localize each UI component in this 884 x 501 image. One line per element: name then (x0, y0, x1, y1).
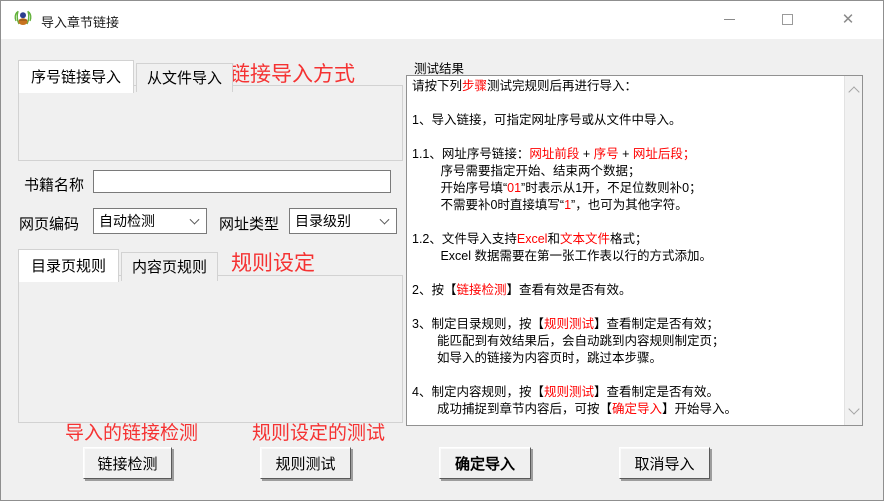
test-result-box: 请按下列步骤测试完规则后再进行导入： 1、导入链接，可指定网址序号或从文件中导入… (406, 75, 863, 426)
close-button[interactable]: ✕ (825, 1, 871, 37)
encoding-label: 网页编码 (19, 213, 79, 234)
book-name-label: 书籍名称 (24, 174, 84, 195)
tab-content-page-rules[interactable]: 内容页规则 (121, 252, 218, 281)
vertical-scrollbar[interactable] (844, 76, 862, 425)
spider-icon (13, 9, 33, 29)
encoding-select[interactable]: 自动检测 (93, 208, 207, 234)
tab-serial-link-import[interactable]: 序号链接导入 (18, 60, 134, 93)
rules-tabs: 目录页规则 内容页规则 (18, 248, 220, 281)
minimize-button[interactable] (706, 1, 752, 37)
import-chapter-links-dialog: 导入章节链接 ✕ 序号链接导入 从文件导入 链接导入方式 网址前段 开始 网址后… (0, 0, 884, 501)
url-type-select[interactable]: 目录级别 (289, 208, 397, 234)
chevron-down-icon (190, 215, 200, 225)
test-result-text: 请按下列步骤测试完规则后再进行导入： 1、导入链接，可指定网址序号或从文件中导入… (407, 76, 844, 425)
chevron-down-icon (380, 215, 390, 225)
minimize-icon (724, 19, 735, 20)
encoding-value: 自动检测 (99, 211, 155, 231)
annotation-rule-settings: 规则设定 (231, 247, 315, 277)
url-type-label: 网址类型 (219, 213, 279, 234)
url-type-value: 目录级别 (295, 211, 351, 231)
tab-import-from-file[interactable]: 从文件导入 (136, 63, 233, 92)
book-name-input[interactable] (93, 170, 391, 193)
window-title: 导入章节链接 (41, 12, 119, 31)
confirm-import-button[interactable]: 确定导入 (439, 447, 531, 479)
rule-test-button[interactable]: 规则测试 (260, 447, 351, 479)
link-import-tabs: 序号链接导入 从文件导入 (18, 59, 235, 92)
link-check-button[interactable]: 链接检测 (83, 447, 172, 479)
scroll-up-icon[interactable] (848, 86, 859, 97)
rules-pane (18, 275, 403, 423)
scroll-down-icon[interactable] (848, 403, 859, 414)
link-import-pane (18, 85, 403, 161)
annotation-link-import-method: 链接导入方式 (229, 58, 355, 88)
maximize-icon (782, 14, 793, 25)
cancel-import-button[interactable]: 取消导入 (619, 447, 710, 479)
close-icon: ✕ (842, 12, 855, 27)
maximize-button[interactable] (764, 1, 810, 37)
tab-directory-page-rules[interactable]: 目录页规则 (18, 249, 119, 282)
titlebar: 导入章节链接 ✕ (1, 1, 883, 39)
